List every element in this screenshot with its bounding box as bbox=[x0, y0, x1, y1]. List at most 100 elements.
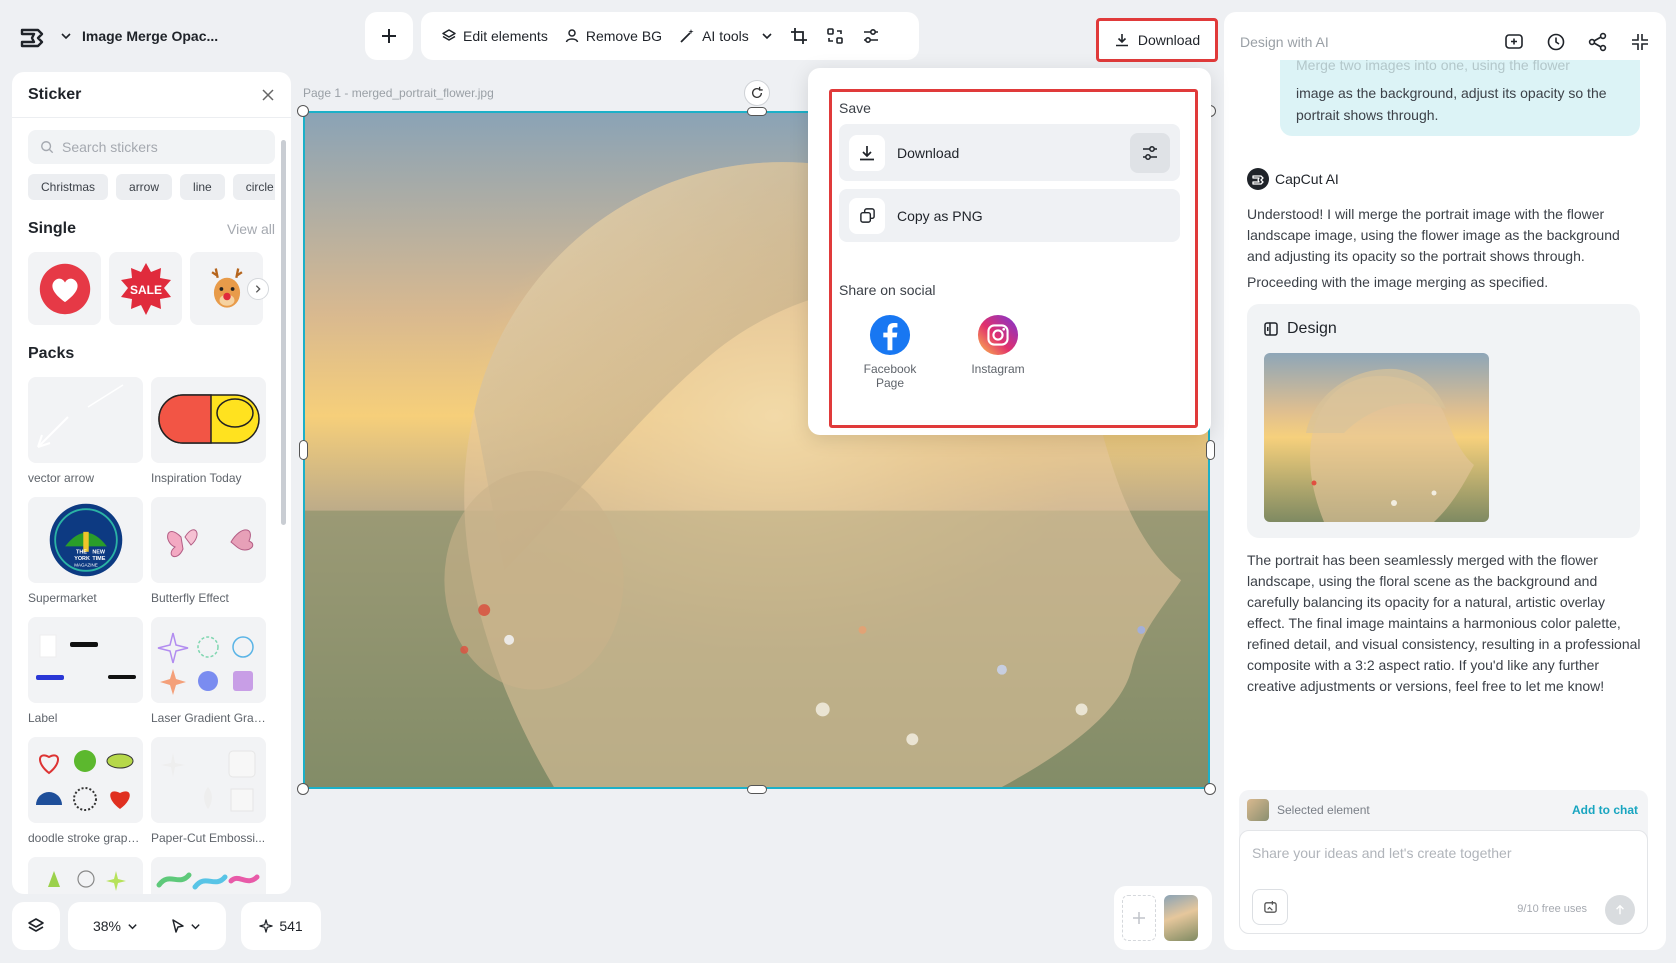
document-title[interactable]: Image Merge Opac... bbox=[82, 28, 218, 44]
download-settings-button[interactable] bbox=[1130, 132, 1170, 173]
pack-item[interactable]: Paper-Cut Embossi... bbox=[151, 737, 266, 857]
pack-item-partial[interactable] bbox=[151, 857, 266, 894]
resize-handle-top-left[interactable] bbox=[297, 105, 309, 117]
scroll-right-button[interactable] bbox=[247, 278, 269, 300]
add-page-button[interactable] bbox=[1122, 895, 1156, 941]
add-button[interactable] bbox=[365, 12, 413, 60]
zoom-select[interactable]: 38% bbox=[93, 918, 138, 934]
facebook-share[interactable]: Facebook Page bbox=[845, 314, 935, 390]
crop-icon bbox=[790, 28, 807, 44]
transform-button[interactable] bbox=[817, 20, 853, 52]
resize-handle-top[interactable] bbox=[747, 107, 767, 116]
new-chat-icon[interactable] bbox=[1504, 32, 1524, 52]
pack-item[interactable]: vector arrow bbox=[28, 377, 143, 497]
download-icon bbox=[860, 145, 874, 160]
sticker-panel-title: Sticker bbox=[28, 85, 82, 103]
history-icon[interactable] bbox=[1546, 32, 1566, 52]
crop-button[interactable] bbox=[781, 20, 817, 52]
pack-label: Butterfly Effect bbox=[151, 591, 229, 605]
ai-sender: CapCut AI bbox=[1247, 168, 1339, 190]
sticker-scrollbar[interactable] bbox=[281, 140, 286, 525]
ai-tools-button[interactable]: AI tools bbox=[670, 20, 781, 52]
pack-thumb-laser bbox=[151, 617, 266, 703]
download-button[interactable]: Download bbox=[1096, 18, 1218, 62]
edit-elements-button[interactable]: Edit elements bbox=[433, 20, 556, 52]
sticker-search[interactable] bbox=[28, 130, 275, 164]
view-all-link[interactable]: View all bbox=[227, 221, 275, 237]
pack-item[interactable]: THE NEW YORK TIME MAGAZINE Supermarket bbox=[28, 497, 143, 617]
chevron-down-icon[interactable] bbox=[60, 30, 72, 42]
instagram-label: Instagram bbox=[971, 362, 1025, 376]
download-option[interactable]: Download bbox=[839, 124, 1180, 181]
pack-item[interactable]: doodle stroke graphi... bbox=[28, 737, 143, 857]
pack-item[interactable]: Label bbox=[28, 617, 143, 737]
squiggle-icon bbox=[156, 872, 260, 890]
arrow-icon bbox=[37, 384, 124, 448]
chevron-right-icon bbox=[255, 285, 261, 293]
chevron-down-icon bbox=[191, 923, 200, 929]
sale-sticker[interactable]: SALE bbox=[109, 252, 182, 325]
copy-icon bbox=[859, 208, 875, 223]
resize-handle-bottom-left[interactable] bbox=[297, 783, 309, 795]
pack-thumb-label bbox=[28, 617, 143, 703]
top-left-bar: Image Merge Opac... bbox=[10, 12, 240, 60]
copy-png-option[interactable]: Copy as PNG bbox=[839, 189, 1180, 242]
nyt-badge-icon: THE NEW YORK TIME MAGAZINE bbox=[49, 503, 122, 577]
capcut-logo-icon[interactable] bbox=[18, 22, 46, 50]
doodle-shapes-icon bbox=[36, 750, 134, 811]
chip-circle[interactable]: circle bbox=[232, 174, 275, 200]
pack-item[interactable]: Inspiration Today bbox=[151, 377, 266, 497]
chip-christmas[interactable]: Christmas bbox=[28, 174, 109, 200]
search-input[interactable] bbox=[62, 139, 262, 155]
transform-icon bbox=[826, 28, 843, 44]
pack-label: Paper-Cut Embossi... bbox=[151, 831, 266, 845]
ai-message-1: Understood! I will merge the portrait im… bbox=[1247, 206, 1620, 264]
search-icon bbox=[41, 141, 54, 154]
sale-burst-icon: SALE bbox=[120, 262, 171, 315]
credits-button[interactable]: 541 bbox=[241, 902, 321, 950]
ai-message-2: Proceeding with the image merging as spe… bbox=[1247, 274, 1549, 290]
resize-handle-bottom-right[interactable] bbox=[1204, 783, 1216, 795]
share-icon[interactable] bbox=[1588, 32, 1608, 52]
sliders-icon bbox=[863, 28, 878, 44]
upload-image-button[interactable] bbox=[1252, 889, 1288, 925]
design-thumbnail[interactable] bbox=[1264, 353, 1489, 522]
chip-line[interactable]: line bbox=[180, 174, 225, 200]
pack-item[interactable]: Butterfly Effect bbox=[151, 497, 266, 617]
collapse-icon[interactable] bbox=[1630, 32, 1650, 52]
badge-text: THE bbox=[76, 550, 87, 556]
page-thumbnail[interactable] bbox=[1164, 895, 1198, 941]
layers-button[interactable] bbox=[12, 902, 60, 950]
pack-thumb-partial bbox=[151, 857, 266, 894]
reindeer-sticker[interactable] bbox=[190, 252, 269, 325]
facebook-label-1: Facebook bbox=[863, 362, 917, 376]
image-upload-icon bbox=[1263, 900, 1277, 913]
pack-label: Inspiration Today bbox=[151, 471, 242, 485]
design-card-header: Design bbox=[1263, 320, 1337, 338]
sparkle-icon bbox=[259, 919, 274, 933]
copy-option-label: Copy as PNG bbox=[897, 207, 983, 224]
remove-bg-button[interactable]: Remove BG bbox=[556, 20, 670, 52]
packs-section-header: Packs bbox=[28, 345, 275, 363]
close-icon[interactable] bbox=[261, 88, 275, 102]
heart-sticker[interactable] bbox=[28, 252, 101, 325]
magic-wand-icon bbox=[680, 29, 694, 43]
send-button[interactable] bbox=[1605, 895, 1635, 925]
design-result-card[interactable]: Design bbox=[1247, 304, 1640, 538]
layers-icon bbox=[28, 918, 44, 932]
single-section-header: Single View all bbox=[28, 220, 275, 238]
resize-handle-right[interactable] bbox=[1206, 440, 1215, 460]
pack-item-partial[interactable] bbox=[28, 857, 143, 894]
resize-handle-left[interactable] bbox=[299, 440, 308, 460]
single-stickers-row: SALE bbox=[28, 252, 275, 325]
rotate-handle[interactable] bbox=[744, 80, 770, 106]
chip-arrow[interactable]: arrow bbox=[116, 174, 173, 200]
ai-message-3: The portrait has been seamlessly merged … bbox=[1247, 552, 1641, 694]
pointer-select[interactable] bbox=[170, 918, 201, 934]
adjust-button[interactable] bbox=[853, 20, 889, 52]
pack-item[interactable]: Laser Gradient Grap... bbox=[151, 617, 266, 737]
add-to-chat-button[interactable]: Add to chat bbox=[1572, 803, 1638, 817]
resize-handle-bottom[interactable] bbox=[747, 785, 767, 794]
chat-input[interactable] bbox=[1252, 845, 1632, 885]
instagram-share[interactable]: Instagram bbox=[953, 314, 1043, 376]
